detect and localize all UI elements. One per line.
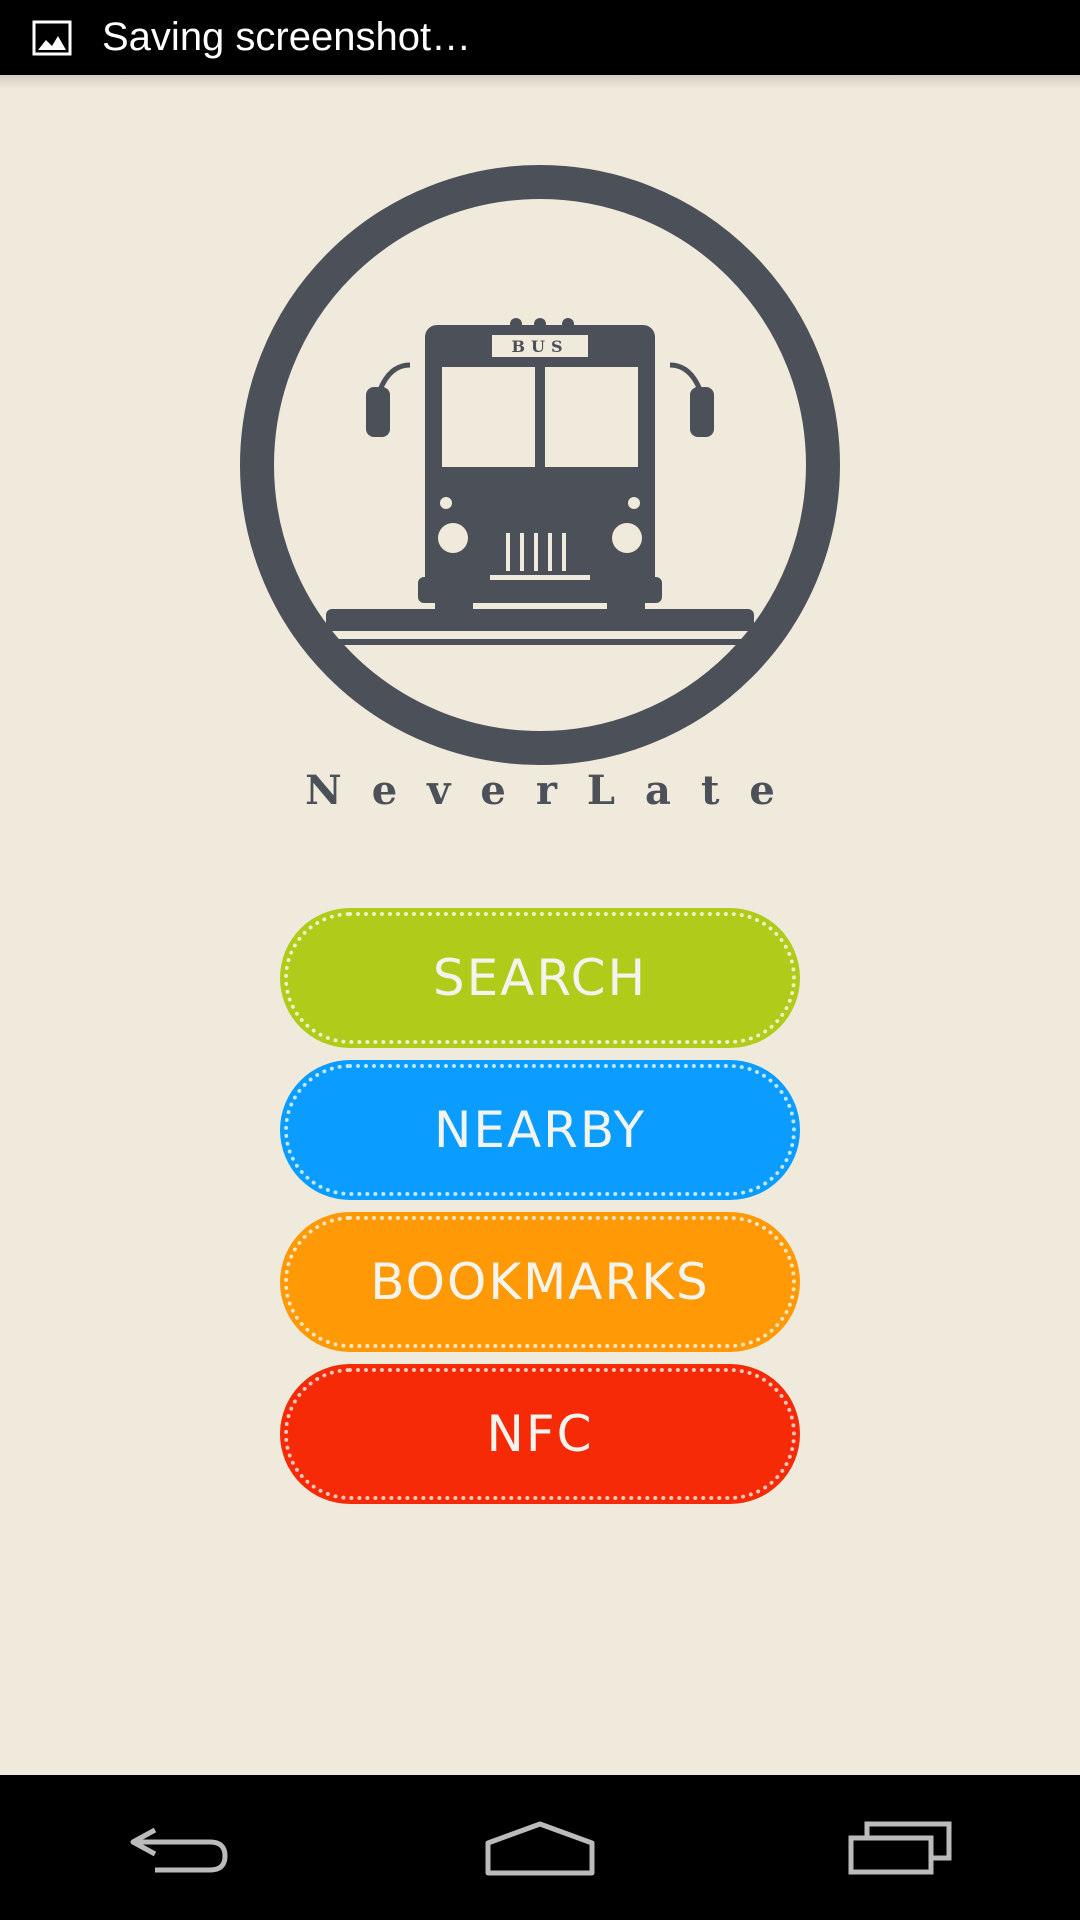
search-button-label: SEARCH bbox=[432, 949, 648, 1007]
back-icon bbox=[130, 1827, 228, 1872]
recents-button[interactable] bbox=[830, 1808, 970, 1888]
status-bar: Saving screenshot… bbox=[0, 0, 1080, 75]
nfc-button-label: NFC bbox=[486, 1405, 594, 1463]
nearby-button[interactable]: NEARBY bbox=[280, 1060, 800, 1200]
home-icon bbox=[485, 1821, 595, 1875]
image-icon bbox=[32, 20, 72, 55]
bookmarks-button-label: BOOKMARKS bbox=[370, 1253, 710, 1311]
logo-bus-sign: BUS bbox=[511, 337, 568, 356]
bus-logo: BUS bbox=[240, 165, 840, 765]
bookmarks-button[interactable]: BOOKMARKS bbox=[280, 1212, 800, 1352]
search-button[interactable]: SEARCH bbox=[280, 908, 800, 1048]
app-title: NeverLate bbox=[305, 767, 805, 814]
main-menu: SEARCH NEARBY BOOKMARKS NFC bbox=[280, 908, 800, 1516]
app-content: BUS NeverLate SEARCH NEARBY BOOKMARKS NF… bbox=[0, 75, 1080, 1775]
nearby-button-label: NEARBY bbox=[433, 1101, 647, 1159]
home-button[interactable] bbox=[470, 1808, 610, 1888]
status-notification-text: Saving screenshot… bbox=[102, 15, 472, 59]
recents-icon bbox=[848, 1821, 952, 1874]
back-button[interactable] bbox=[110, 1808, 250, 1888]
nfc-button[interactable]: NFC bbox=[280, 1364, 800, 1504]
navigation-bar bbox=[0, 1775, 1080, 1920]
